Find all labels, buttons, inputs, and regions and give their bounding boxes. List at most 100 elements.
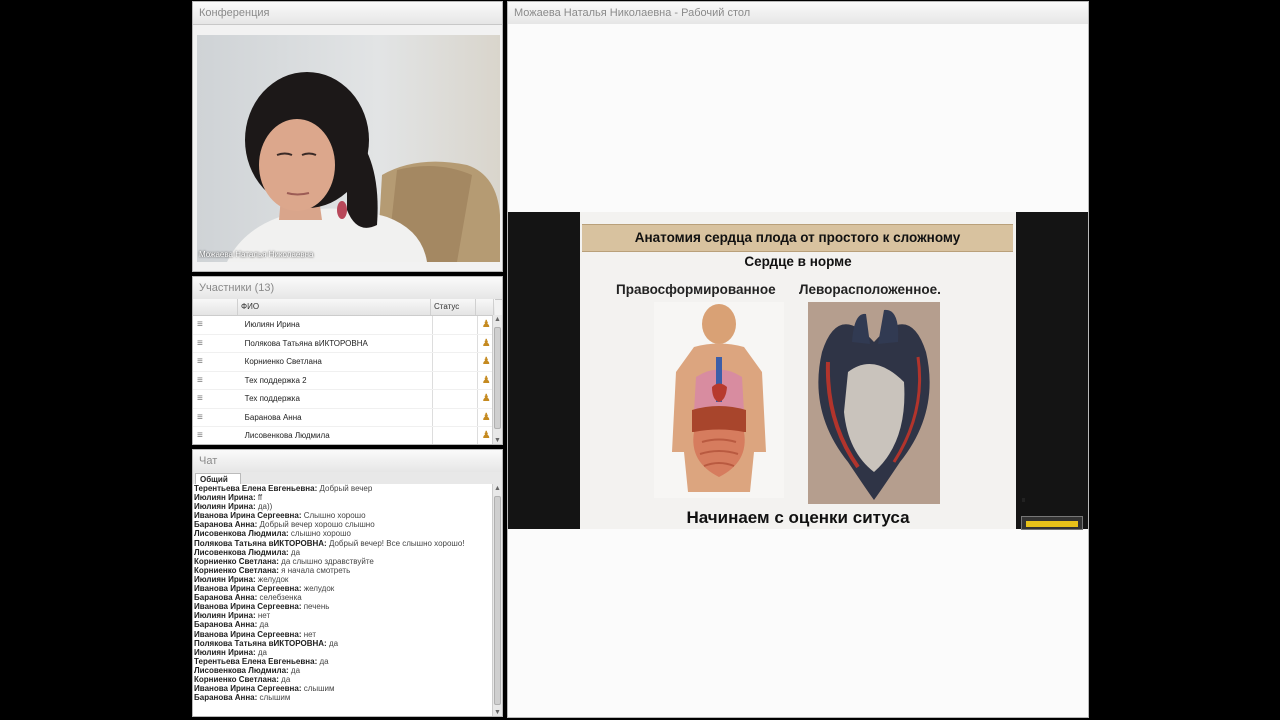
scroll-down-icon[interactable]: ▼ [493, 709, 502, 716]
chat-message: Терентьева Елена Евгеньевна: Добрый вече… [194, 484, 494, 493]
chat-message: Июлиян Ирина: да [194, 648, 494, 657]
slide-left-label: Правосформированное [616, 282, 776, 297]
col-status[interactable]: Статус [431, 299, 476, 315]
scroll-thumb[interactable] [494, 327, 501, 429]
chat-text: Добрый вечер хорошо слышно [259, 520, 375, 530]
scroll-up-icon[interactable]: ▲ [493, 316, 502, 323]
chat-title: Чат [193, 450, 502, 473]
participant-row[interactable]: ≡ Тех поддержка ♟ [193, 390, 495, 409]
participant-name: Полякова Татьяна вИКТОРОВНА [241, 334, 433, 352]
col-icon [476, 299, 494, 315]
row-menu-icon[interactable]: ≡ [193, 412, 241, 423]
chat-author: Баранова Анна: [194, 620, 258, 630]
row-menu-icon[interactable]: ≡ [193, 319, 241, 330]
chat-message: Иванова Ирина Сергеевна: нет [194, 630, 494, 639]
slide-bottom-text: Начинаем с оценки ситуса [686, 508, 910, 527]
presentation-slide: Анатомия сердца плода от простого к слож… [580, 212, 1016, 529]
chat-author: Полякова Татьяна вИКТОРОВНА: [194, 538, 327, 548]
row-menu-icon[interactable]: ≡ [193, 338, 241, 349]
chat-text: да [257, 647, 267, 657]
chat-message: Баранова Анна: Добрый вечер хорошо слышн… [194, 520, 494, 529]
participant-name: Тех поддержка [241, 390, 433, 408]
chat-text: слышим [303, 684, 335, 694]
chat-message: Лисовенкова Людмила: да [194, 666, 494, 675]
chat-message: Баранова Анна: да [194, 620, 494, 629]
chat-message: Иванова Ирина Сергеевна: печень [194, 602, 494, 611]
chat-author: Июлиян Ирина: [194, 502, 256, 512]
chat-text: желудок [303, 584, 335, 594]
chat-author: Полякова Татьяна вИКТОРОВНА: [194, 638, 327, 648]
chat-text: слышим [259, 693, 291, 703]
chat-text: да [290, 665, 301, 675]
chat-author: Терентьева Елена Евгеньевна: [194, 656, 318, 666]
chat-author: Июлиян Ирина: [194, 574, 256, 584]
participant-row[interactable]: ≡ Июлиян Ирина ♟ [193, 316, 495, 335]
chat-author: Иванова Ирина Сергеевна: [194, 629, 302, 639]
chat-author: Июлиян Ирина: [194, 611, 256, 621]
participant-row[interactable]: ≡ Баранова Анна ♟ [193, 408, 495, 427]
row-menu-icon[interactable]: ≡ [193, 375, 241, 386]
chat-text: нет [257, 611, 271, 621]
participant-name: Тех поддержка 2 [241, 371, 433, 389]
chat-text: да слышно здравствуйте [281, 556, 374, 566]
chat-message: Июлиян Ирина: ff [194, 493, 494, 502]
chat-text: ff [257, 493, 263, 503]
participant-name: Баранова Анна [241, 408, 433, 426]
chat-text: да)) [257, 502, 273, 512]
participant-name: Лисовенкова Людмила [241, 427, 433, 444]
scroll-up-icon[interactable]: ▲ [493, 485, 502, 492]
chat-author: Иванова Ирина Сергеевна: [194, 584, 302, 594]
chat-author: Баранова Анна: [194, 693, 258, 703]
participants-header: ФИО Статус [193, 299, 495, 316]
slide-right-label: Леворасположенное. [799, 282, 941, 297]
chat-text: Слышно хорошо [303, 511, 366, 521]
conference-panel: Конференция Можаева Наталья Николаевна [192, 1, 503, 272]
participants-scrollbar[interactable]: ▲ ▼ [492, 315, 502, 444]
participant-status [433, 316, 478, 334]
chat-message: Баранова Анна: слышим [194, 693, 494, 702]
chat-scrollbar[interactable]: ▲ ▼ [492, 484, 502, 716]
chat-message: Терентьева Елена Евгеньевна: да [194, 657, 494, 666]
participant-row[interactable]: ≡ Полякова Татьяна вИКТОРОВНА ♟ [193, 334, 495, 353]
scroll-down-icon[interactable]: ▼ [493, 437, 502, 444]
col-name[interactable]: ФИО [238, 299, 431, 315]
participant-row[interactable]: ≡ Лисовенкова Людмила ♟ [193, 427, 495, 444]
chat-message: Корниенко Светлана: да [194, 675, 494, 684]
chat-author: Корниенко Светлана: [194, 674, 279, 684]
participants-title: Участники (13) [193, 277, 502, 300]
chat-author: Баранова Анна: [194, 593, 258, 603]
chat-author: Корниенко Светлана: [194, 565, 279, 575]
desktop-panel: Можаева Наталья Николаевна - Рабочий сто… [507, 1, 1089, 718]
shared-desktop: Анатомия сердца плода от простого к слож… [508, 24, 1088, 717]
chat-message: Полякова Татьяна вИКТОРОВНА: да [194, 639, 494, 648]
chat-message: Иванова Ирина Сергеевна: Слышно хорошо [194, 511, 494, 520]
conference-title: Конференция [193, 2, 502, 25]
chat-author: Терентьева Елена Евгеньевна: [194, 484, 318, 493]
chat-message: Июлиян Ирина: нет [194, 611, 494, 620]
chat-message: Корниенко Светлана: я начала смотреть [194, 566, 494, 575]
video-caption: Можаева Наталья Николаевна [199, 250, 314, 259]
row-menu-icon[interactable]: ≡ [193, 393, 241, 404]
participant-status [433, 390, 478, 408]
row-menu-icon[interactable]: ≡ [193, 356, 241, 367]
participant-row[interactable]: ≡ Тех поддержка 2 ♟ [193, 371, 495, 390]
chat-author: Баранова Анна: [194, 520, 258, 530]
chat-author: Июлиян Ирина: [194, 647, 256, 657]
chat-message: Июлиян Ирина: да)) [194, 502, 494, 511]
chat-text: да [281, 674, 291, 684]
row-menu-icon[interactable]: ≡ [193, 430, 241, 441]
chat-text: Добрый вечер! Все слышно хорошо! [328, 538, 465, 548]
chat-text: Добрый вечер [319, 484, 373, 493]
chat-text: нет [303, 629, 316, 639]
participant-row[interactable]: ≡ Корниенко Светлана ♟ [193, 353, 495, 372]
participant-status [433, 371, 478, 389]
participant-rows: ≡ Июлиян Ирина ♟ ≡ Полякова Татьяна вИКТОРО… [193, 316, 495, 444]
participants-panel: Участники (13) ФИО Статус ≡ Июлиян Ирина ♟… [192, 276, 503, 445]
chat-message: Июлиян Ирина: желудок [194, 575, 494, 584]
chat-text: да [319, 656, 329, 666]
chat-message: Баранова Анна: селебзенка [194, 593, 494, 602]
chat-tab-general[interactable]: Общий [195, 473, 241, 484]
minimized-window-thumbnail[interactable] [1021, 516, 1083, 530]
chat-author: Иванова Ирина Сергеевна: [194, 602, 302, 612]
scroll-thumb[interactable] [494, 496, 501, 705]
